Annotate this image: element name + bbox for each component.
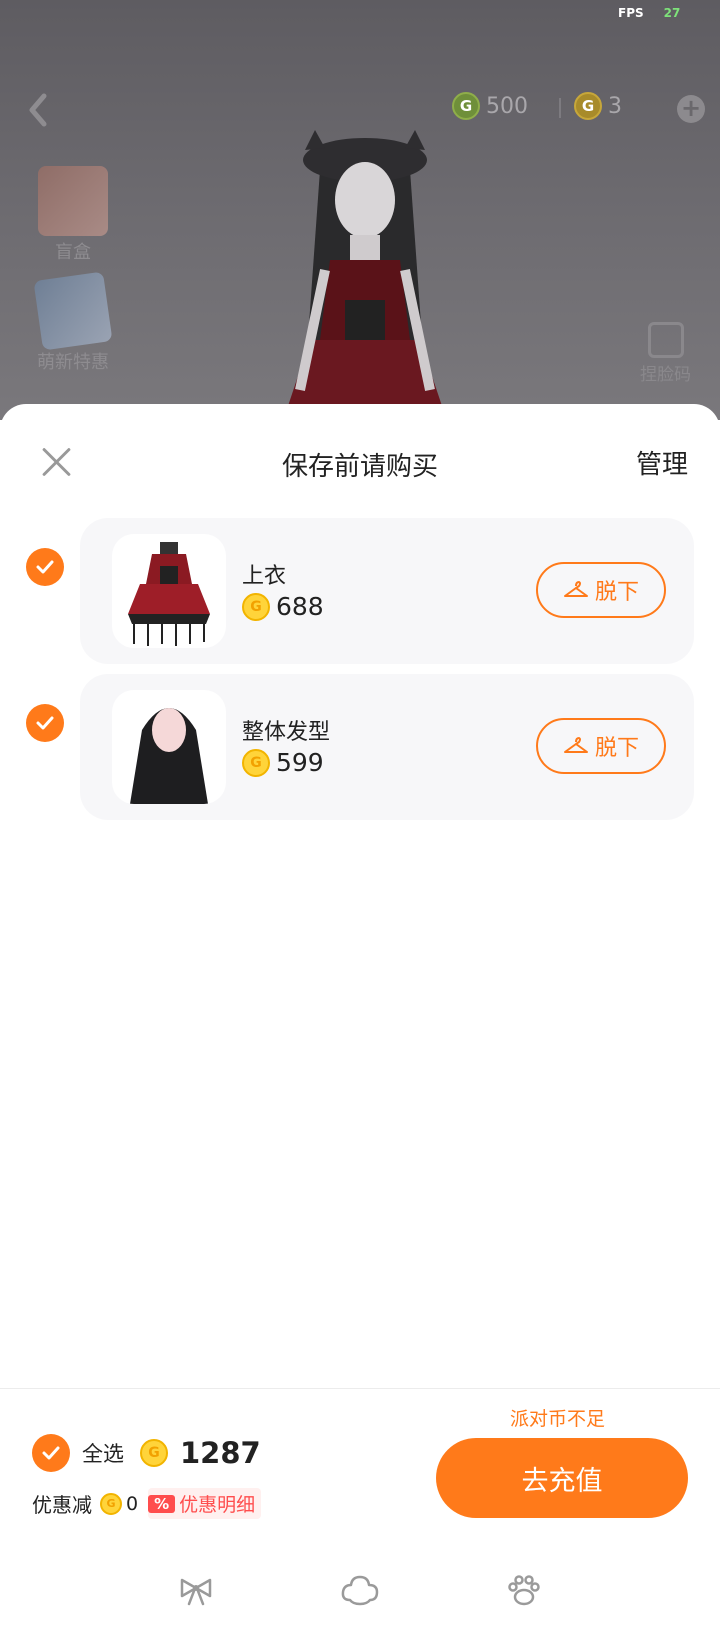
percent-badge-icon: % xyxy=(148,1494,176,1513)
gold-coin-icon: G xyxy=(242,748,270,777)
gold-coin-balance: G 3 xyxy=(574,92,622,120)
bottom-tab-bar xyxy=(0,1570,720,1620)
fps-value: 27 xyxy=(663,6,681,20)
bow-icon[interactable] xyxy=(176,1570,216,1610)
add-currency-button[interactable]: + xyxy=(677,95,705,123)
gift-box-icon xyxy=(38,166,108,236)
hanger-icon xyxy=(563,737,588,753)
back-arrow-icon[interactable] xyxy=(24,90,52,130)
discount-detail-link[interactable]: % 优惠明细 xyxy=(148,1488,262,1519)
currency-divider xyxy=(559,98,561,118)
discount-label: 优惠减 xyxy=(32,1493,92,1517)
item-checkbox-top[interactable] xyxy=(26,548,64,586)
green-coin-icon: G xyxy=(452,92,480,120)
take-off-button[interactable]: 脱下 xyxy=(536,718,666,774)
newbie-offer-entry[interactable]: 萌新特惠 xyxy=(28,271,118,374)
select-all-row: 全选 G 1287 xyxy=(32,1434,261,1472)
edit-icon xyxy=(647,322,684,358)
party-coin-balance: G 500 xyxy=(452,92,528,120)
total-price: 1287 xyxy=(180,1436,261,1470)
insufficient-coins-notice: 派对币不足 xyxy=(510,1408,606,1430)
manage-button[interactable]: 管理 xyxy=(636,444,688,481)
select-all-checkbox[interactable] xyxy=(32,1434,70,1472)
item-name: 整体发型 xyxy=(242,720,331,745)
discount-value: 0 xyxy=(126,1492,139,1515)
cart-item-top: 上衣 G 688 脱下 xyxy=(80,518,694,664)
gold-coin-icon: G xyxy=(140,1439,168,1467)
fps-label: FPS xyxy=(618,6,644,20)
blind-box-entry[interactable]: 盲盒 xyxy=(28,166,118,264)
item-price-value: 688 xyxy=(276,592,324,621)
cloud-icon[interactable] xyxy=(340,1570,380,1610)
item-checkbox-bottom[interactable] xyxy=(26,704,64,742)
hairstyle-icon xyxy=(130,708,208,804)
game-scene: FPS 27 G 500 G 3 + 盲盒 萌新特惠 捏脸码 xyxy=(0,0,720,420)
discount-detail-label: 优惠明细 xyxy=(179,1494,256,1516)
gold-coin-icon: G xyxy=(242,592,270,621)
item-name: 上衣 xyxy=(242,564,287,589)
item-price: G 599 xyxy=(242,748,324,777)
item-price: G 688 xyxy=(242,592,324,621)
gold-coin-amount: 3 xyxy=(608,93,622,119)
item-price-value: 599 xyxy=(276,748,324,777)
hanger-icon xyxy=(563,581,588,597)
item-thumbnail xyxy=(112,690,226,804)
avatar-character xyxy=(283,130,447,420)
blind-box-label: 盲盒 xyxy=(55,242,91,263)
gold-coin-icon: G xyxy=(574,92,602,120)
face-code-entry[interactable]: 捏脸码 xyxy=(640,322,691,385)
take-off-button[interactable]: 脱下 xyxy=(536,562,666,618)
select-all-label[interactable]: 全选 xyxy=(82,1438,124,1468)
green-coin-amount: 500 xyxy=(486,93,528,119)
discount-row: 优惠减 G 0 % 优惠明细 xyxy=(32,1488,262,1519)
paw-icon[interactable] xyxy=(504,1570,544,1610)
dress-icon xyxy=(128,542,210,646)
face-code-label: 捏脸码 xyxy=(640,365,691,385)
fps-counter: FPS 27 xyxy=(618,6,680,20)
gift-pack-icon xyxy=(33,271,113,351)
item-thumbnail xyxy=(112,534,226,648)
gold-coin-icon: G xyxy=(100,1492,122,1515)
checkmark-icon xyxy=(36,716,54,730)
checkmark-icon xyxy=(42,1446,60,1460)
newbie-offer-label: 萌新特惠 xyxy=(37,352,109,373)
checkmark-icon xyxy=(36,560,54,574)
recharge-button[interactable]: 去充值 xyxy=(436,1438,688,1518)
cart-item-bottom: 整体发型 G 599 脱下 xyxy=(80,674,694,820)
take-off-label: 脱下 xyxy=(594,580,639,605)
sheet-title: 保存前请购买 xyxy=(281,452,438,482)
footer-divider xyxy=(0,1388,720,1389)
take-off-label: 脱下 xyxy=(594,736,639,761)
